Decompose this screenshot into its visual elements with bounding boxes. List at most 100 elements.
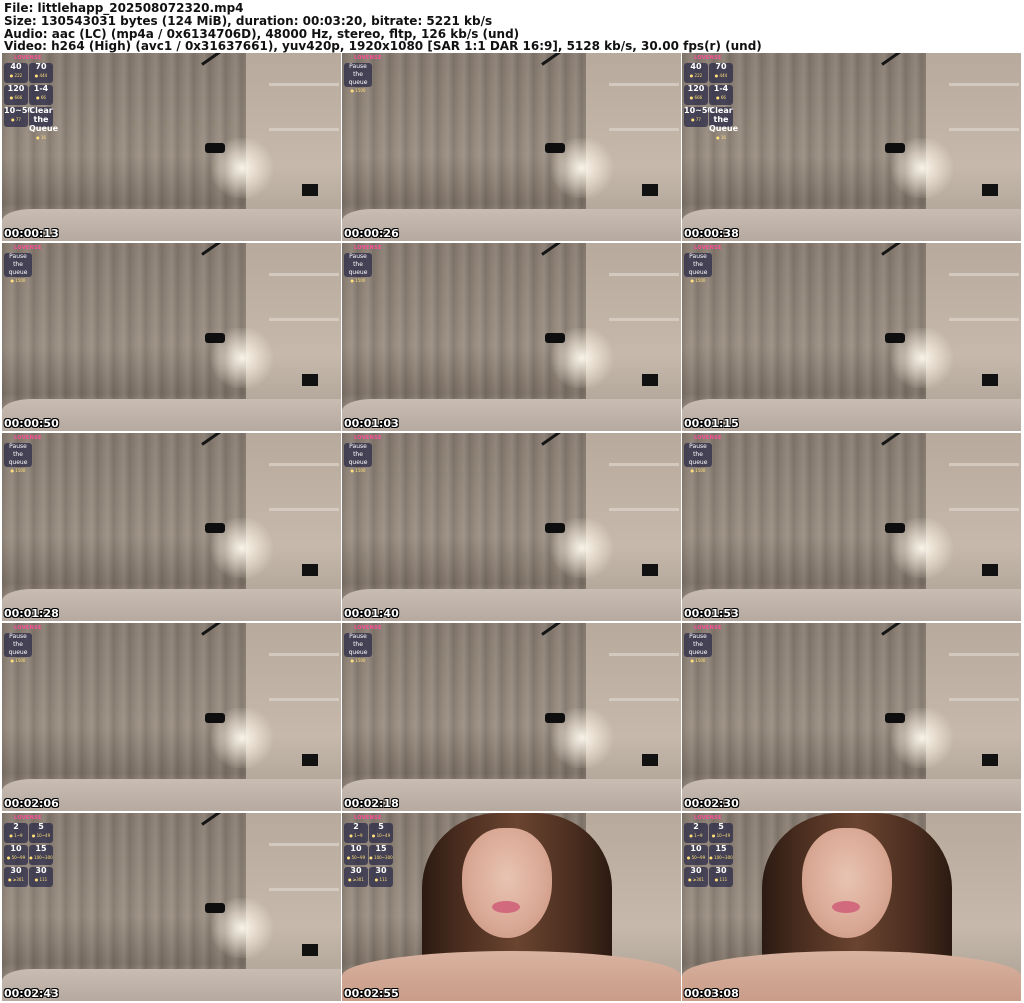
wall-outlet (642, 184, 658, 196)
tip-level-tokens: ● 222 (689, 73, 703, 78)
wall-shelf (949, 83, 1019, 86)
tip-level-card: 40 ● 222 (4, 63, 28, 83)
tip-level-card: 10 ● 50~99 (684, 845, 708, 865)
video-thumbnail[interactable]: LOVENSE Pause the queue ● 1500 00:01:28 (2, 433, 341, 621)
tip-level-value: 2 (13, 822, 19, 831)
tip-level-card: 1-4 ● 66 (709, 85, 733, 105)
pause-queue-card: Pause the queue ● 1500 (344, 63, 372, 93)
tip-menu-overlay: LOVENSE Pause the queue ● 1500 (684, 245, 742, 283)
tip-level-card: 2 ● 1~9 (4, 823, 28, 843)
tip-level-value: 5 (38, 822, 44, 831)
tip-menu-overlay: LOVENSE Pause the queue ● 1500 (4, 435, 62, 473)
video-thumbnail[interactable]: LOVENSE Pause the queue ● 1500 00:02:06 (2, 623, 341, 811)
video-thumbnail[interactable]: LOVENSE Pause the queue ● 1500 00:02:30 (682, 623, 1021, 811)
tip-level-tokens: ● 444 (34, 73, 48, 78)
tip-level-tokens: ● 50~99 (6, 855, 26, 860)
tip-menu-overlay: LOVENSE Pause the queue ● 1500 (344, 625, 402, 663)
pause-queue-tokens: ● 1500 (10, 658, 26, 663)
tip-level-value: 1-4 (713, 84, 729, 93)
tip-level-card: 120 ● 666 (684, 85, 708, 105)
tip-level-tokens: ● 111 (714, 877, 728, 882)
thumbnail-grid: LOVENSE 40 ● 222 70 ● 444 120 ● 666 1-4 ● 66 10~5… (2, 53, 1024, 1003)
tip-level-tokens: ● 222 (9, 73, 23, 78)
lamp-head (545, 713, 565, 723)
tip-level-card: 15 ● 100~300 (369, 845, 393, 865)
wall-outlet (642, 564, 658, 576)
tip-level-tokens: ● 1~9 (349, 833, 363, 838)
tip-level-tokens: ● 16 (36, 135, 46, 140)
wall-shelf (269, 508, 339, 511)
video-thumbnail[interactable]: LOVENSE Pause the queue ● 1500 00:00:50 (2, 243, 341, 431)
video-thumbnail[interactable]: LOVENSE 2 ● 1~9 5 ● 10~49 10 ● 50~99 15 ● 100~30… (682, 813, 1021, 1001)
tip-menu-overlay: LOVENSE 40 ● 222 70 ● 444 120 ● 666 1-4 ● 66 10~5… (4, 55, 62, 140)
lovense-brand: LOVENSE (14, 435, 42, 441)
video-thumbnail[interactable]: LOVENSE Pause the queue ● 1500 00:00:26 (342, 53, 681, 241)
tip-level-value: 120 (687, 84, 705, 93)
tip-level-card: 120 ● 666 (4, 85, 28, 105)
pause-queue-tokens: ● 1500 (350, 658, 366, 663)
video-thumbnail[interactable]: LOVENSE 2 ● 1~9 5 ● 10~49 10 ● 50~99 15 ● 100~30… (2, 813, 341, 1001)
lamp-head (205, 523, 225, 533)
wall-shelf (609, 318, 679, 321)
tip-level-value: 10 (690, 844, 702, 853)
pause-queue-card: Pause the queue ● 1500 (4, 633, 32, 663)
pause-queue-tokens: ● 1500 (10, 468, 26, 473)
wall-shelf (949, 318, 1019, 321)
timestamp-label: 00:00:50 (4, 417, 59, 430)
lamp-head (885, 143, 905, 153)
tip-level-tokens: ● 16 (716, 135, 726, 140)
tip-level-tokens: ● 66 (36, 95, 46, 100)
timestamp-label: 00:01:03 (344, 417, 399, 430)
video-thumbnail[interactable]: LOVENSE 40 ● 222 70 ● 444 120 ● 666 1-4 ● 66 10~5… (2, 53, 341, 241)
wall-shelf (609, 698, 679, 701)
wall-shelf (269, 653, 339, 656)
wall-shelf (949, 463, 1019, 466)
lovense-brand: LOVENSE (354, 55, 382, 61)
timestamp-label: 00:02:43 (4, 987, 59, 1000)
lovense-brand: LOVENSE (694, 245, 722, 251)
tip-level-value: 30 (690, 866, 702, 875)
pause-queue-label: Pause the queue (348, 633, 368, 656)
wall-shelf (609, 508, 679, 511)
timestamp-label: 00:01:15 (684, 417, 739, 430)
tip-level-tokens: ● 111 (374, 877, 388, 882)
tip-level-tokens: ● 100~300 (709, 855, 733, 860)
video-thumbnail[interactable]: LOVENSE 2 ● 1~9 5 ● 10~49 10 ● 50~99 15 ● 100~30… (342, 813, 681, 1001)
pause-queue-label: Pause the queue (8, 443, 28, 466)
tip-level-tokens: ● 100~300 (369, 855, 393, 860)
tip-level-value: 15 (715, 844, 727, 853)
tip-level-tokens: ● 10~49 (711, 833, 731, 838)
pause-queue-tokens: ● 1500 (350, 88, 366, 93)
timestamp-label: 00:01:28 (4, 607, 59, 620)
tip-level-tokens: ● ≥301 (348, 877, 364, 882)
pause-queue-tokens: ● 1500 (690, 468, 706, 473)
tip-level-card: 1-4 ● 66 (29, 85, 53, 105)
timestamp-label: 00:00:13 (4, 227, 59, 240)
wall-shelf (949, 273, 1019, 276)
tip-level-card: 30 ● ≥301 (684, 867, 708, 887)
wall-shelf (609, 83, 679, 86)
lovense-brand: LOVENSE (694, 435, 722, 441)
video-thumbnail[interactable]: LOVENSE Pause the queue ● 1500 00:02:18 (342, 623, 681, 811)
tip-level-tokens: ● 50~99 (346, 855, 366, 860)
wall-outlet (302, 374, 318, 386)
tip-level-value: 30 (375, 866, 387, 875)
video-thumbnail[interactable]: LOVENSE Pause the queue ● 1500 00:01:53 (682, 433, 1021, 621)
lovense-brand: LOVENSE (694, 55, 722, 61)
tip-level-value: 30 (35, 866, 47, 875)
timestamp-label: 00:01:53 (684, 607, 739, 620)
pause-queue-label: Pause the queue (688, 443, 708, 466)
video-thumbnail[interactable]: LOVENSE Pause the queue ● 1500 00:01:15 (682, 243, 1021, 431)
video-thumbnail[interactable]: LOVENSE Pause the queue ● 1500 00:01:03 (342, 243, 681, 431)
tip-level-value: 70 (715, 62, 727, 71)
pause-queue-label: Pause the queue (348, 253, 368, 276)
tip-menu-overlay: LOVENSE 2 ● 1~9 5 ● 10~49 10 ● 50~99 15 ● 100~30… (4, 815, 62, 887)
tip-level-value: 120 (7, 84, 25, 93)
tip-level-tokens: ● 111 (34, 877, 48, 882)
wall-outlet (302, 944, 318, 956)
pause-queue-card: Pause the queue ● 1500 (344, 443, 372, 473)
video-thumbnail[interactable]: LOVENSE 40 ● 222 70 ● 444 120 ● 666 1-4 ● 66 10~5… (682, 53, 1021, 241)
tip-level-tokens: ● 100~300 (29, 855, 53, 860)
video-thumbnail[interactable]: LOVENSE Pause the queue ● 1500 00:01:40 (342, 433, 681, 621)
wall-shelf (949, 128, 1019, 131)
